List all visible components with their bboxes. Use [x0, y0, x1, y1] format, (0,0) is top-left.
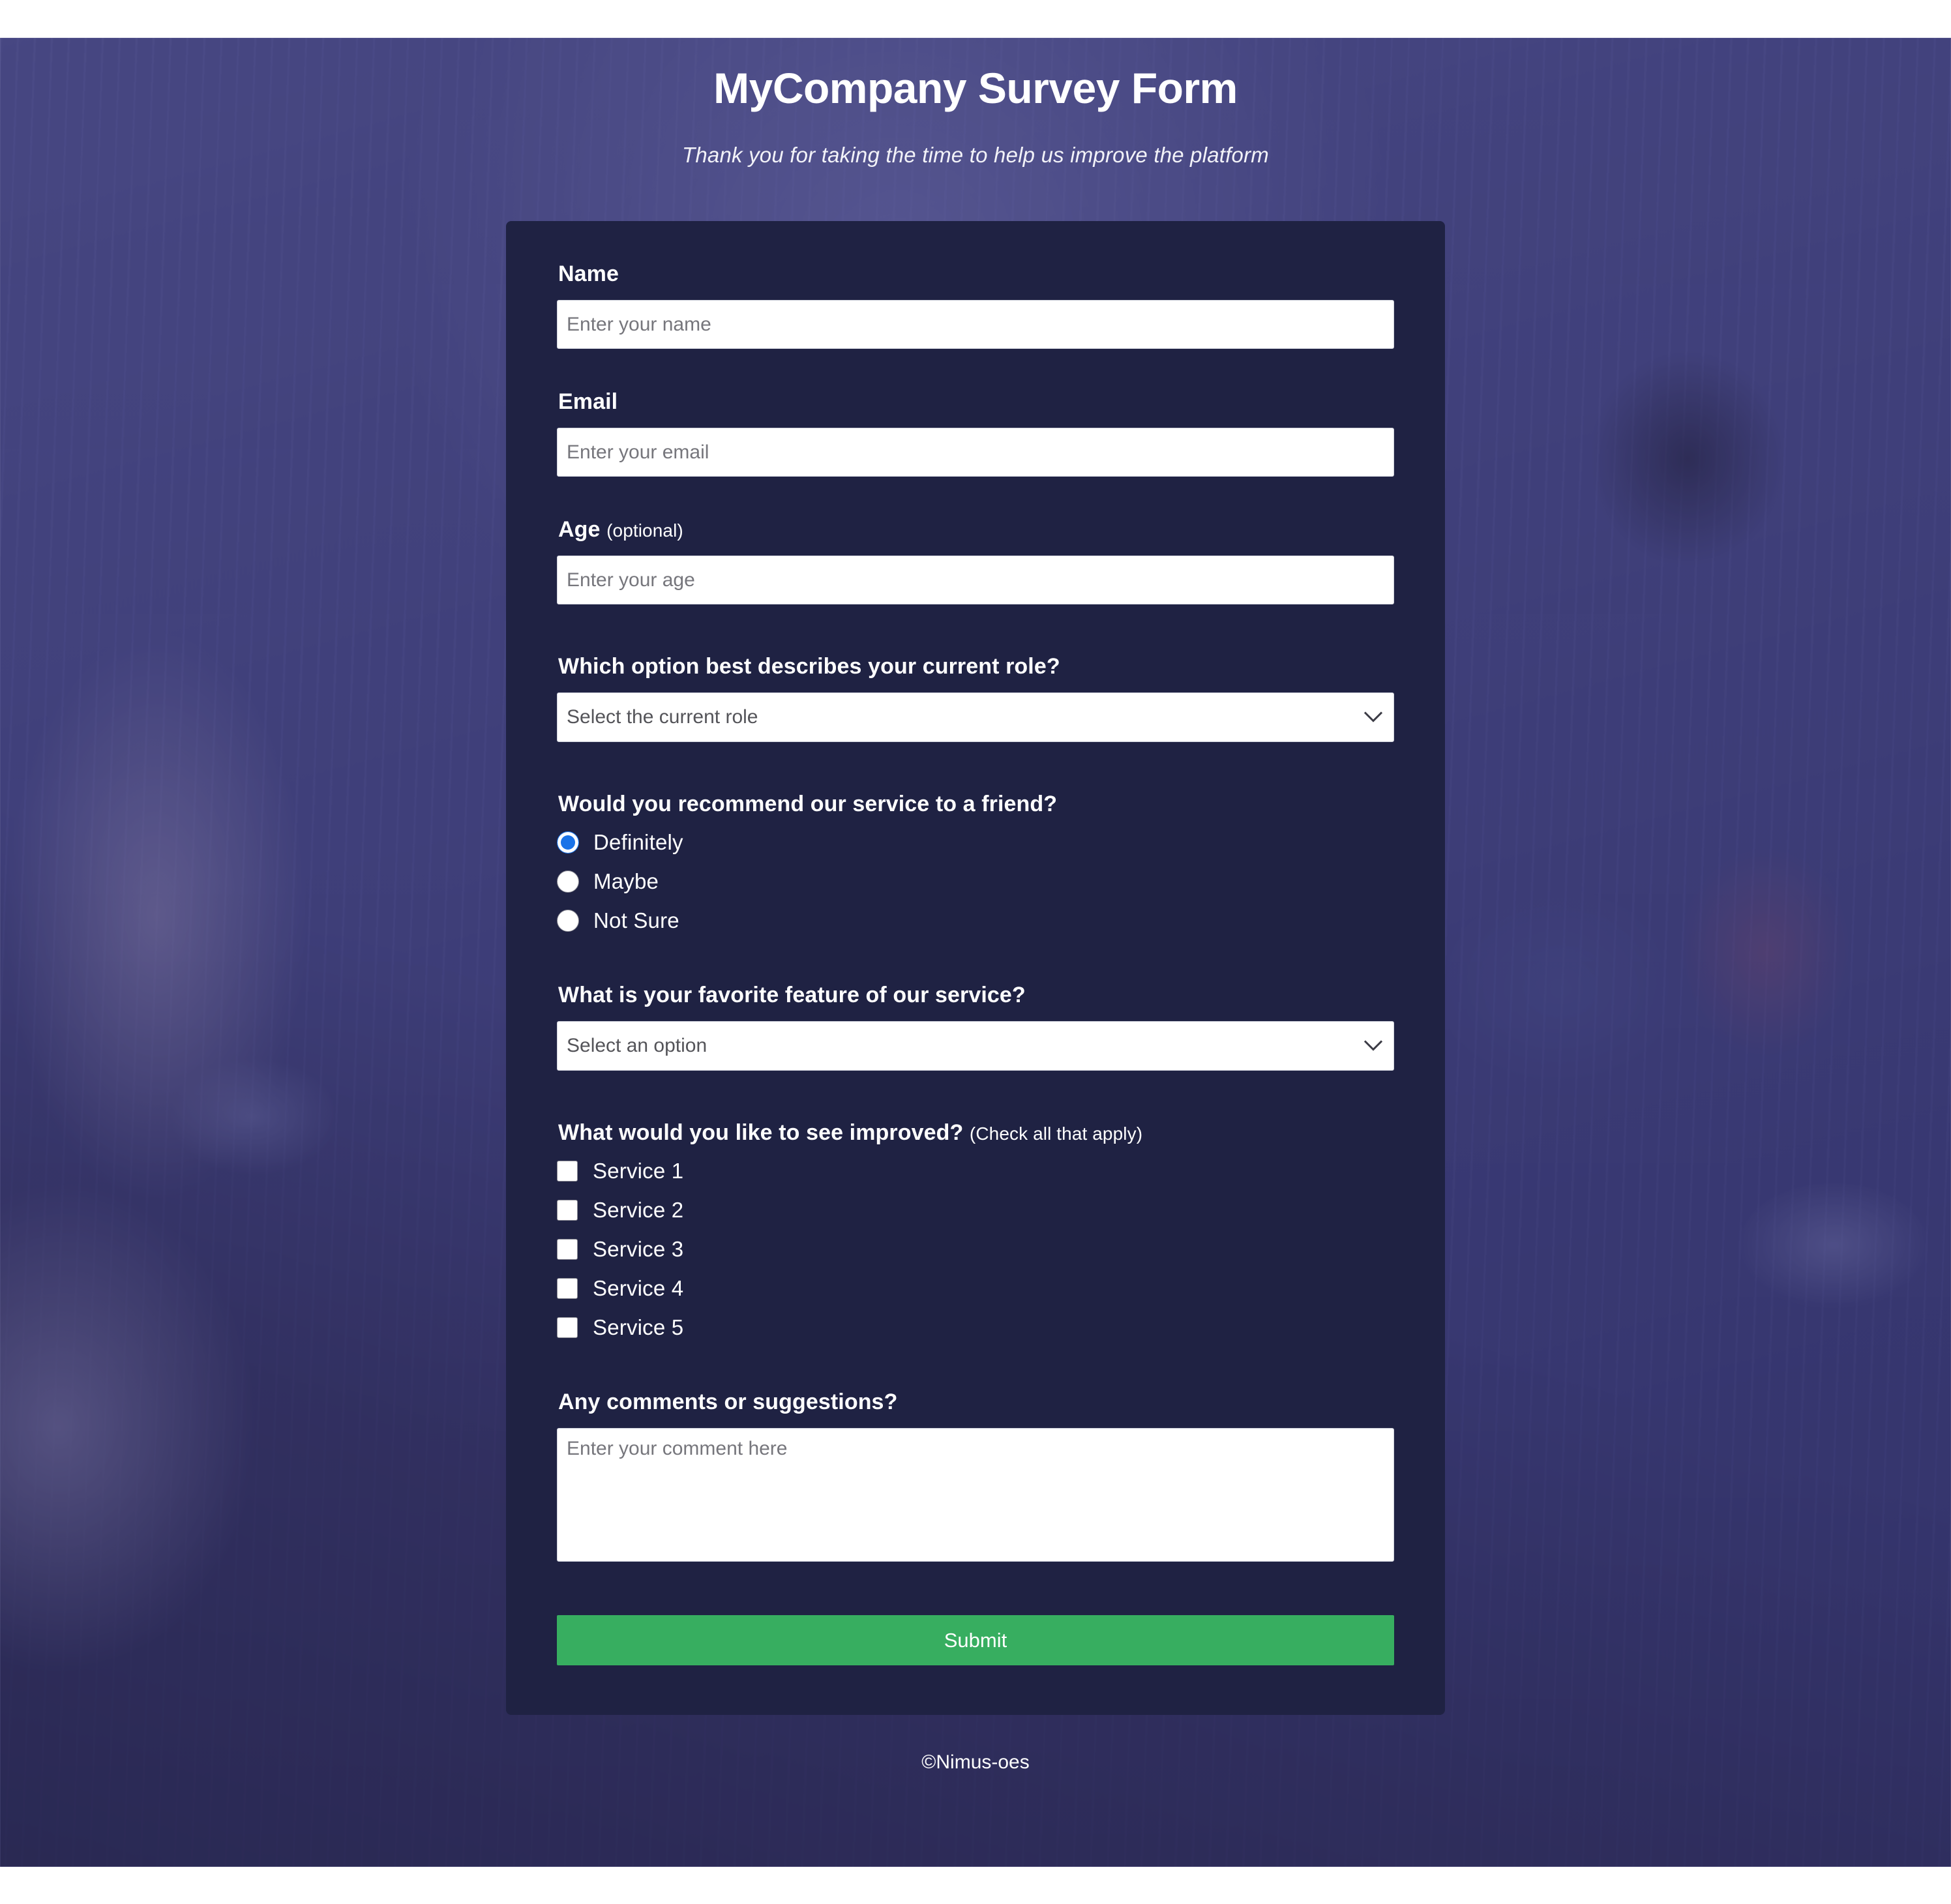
field-comments: Any comments or suggestions?	[557, 1390, 1394, 1562]
radio-label-definitely: Definitely	[593, 830, 683, 855]
checkbox-option-service-5[interactable]: Service 5	[557, 1315, 1394, 1340]
role-select[interactable]: Select the current role	[557, 692, 1394, 743]
field-email: Email	[557, 389, 1394, 477]
role-select-wrap: Select the current role	[557, 692, 1394, 743]
radio-option-definitely[interactable]: Definitely	[557, 830, 1394, 855]
name-input[interactable]	[557, 300, 1394, 350]
radio-icon-maybe[interactable]	[557, 870, 579, 893]
favorite-feature-select[interactable]: Select an option	[557, 1021, 1394, 1071]
age-label-text: Age	[558, 517, 601, 543]
age-label: Age (optional)	[558, 517, 1394, 543]
field-favorite-feature: What is your favorite feature of our ser…	[557, 983, 1394, 1071]
radio-label-not-sure: Not Sure	[593, 908, 679, 933]
radio-option-not-sure[interactable]: Not Sure	[557, 908, 1394, 933]
checkbox-label-service-5: Service 5	[593, 1315, 684, 1340]
checkbox-option-service-1[interactable]: Service 1	[557, 1159, 1394, 1183]
name-label: Name	[558, 261, 619, 287]
checkbox-icon-service-3[interactable]	[557, 1239, 578, 1260]
page-content: MyCompany Survey Form Thank you for taki…	[0, 38, 1951, 1867]
checkbox-icon-service-4[interactable]	[557, 1278, 578, 1300]
email-input[interactable]	[557, 428, 1394, 477]
checkbox-icon-service-1[interactable]	[557, 1161, 578, 1182]
footer: ©Nimus-oes	[0, 1715, 1951, 1774]
radio-icon-not-sure[interactable]	[557, 910, 579, 932]
role-label: Which option best describes your current…	[558, 654, 1060, 679]
radio-label-maybe: Maybe	[593, 869, 659, 894]
checkbox-label-service-4: Service 4	[593, 1276, 684, 1301]
email-label: Email	[558, 389, 618, 415]
checkbox-icon-service-2[interactable]	[557, 1200, 578, 1221]
radio-icon-definitely[interactable]	[557, 831, 579, 854]
comments-textarea[interactable]	[557, 1428, 1394, 1562]
page-title: MyCompany Survey Form	[713, 64, 1238, 112]
field-recommend: Would you recommend our service to a fri…	[557, 792, 1394, 933]
checkbox-option-service-2[interactable]: Service 2	[557, 1198, 1394, 1223]
age-input[interactable]	[557, 556, 1394, 605]
survey-form-card: Name Email Age (optional) Whi	[506, 221, 1445, 1716]
improvements-label-text: What would you like to see improved?	[558, 1120, 964, 1146]
checkbox-icon-service-5[interactable]	[557, 1317, 578, 1339]
page-subtitle: Thank you for taking the time to help us…	[682, 143, 1269, 168]
field-age: Age (optional)	[557, 517, 1394, 605]
radio-option-maybe[interactable]: Maybe	[557, 869, 1394, 894]
improvements-label: What would you like to see improved? (Ch…	[558, 1120, 1394, 1146]
footer-copyright: ©Nimus-oes	[921, 1751, 1030, 1774]
checkbox-label-service-3: Service 3	[593, 1237, 684, 1262]
checkbox-label-service-1: Service 1	[593, 1159, 684, 1183]
field-role: Which option best describes your current…	[557, 654, 1394, 743]
comments-label: Any comments or suggestions?	[558, 1390, 898, 1415]
field-name: Name	[557, 261, 1394, 350]
improvements-label-hint: (Check all that apply)	[969, 1123, 1143, 1144]
hero-section: MyCompany Survey Form Thank you for taki…	[0, 38, 1951, 168]
favorite-feature-select-wrap: Select an option	[557, 1021, 1394, 1071]
checkbox-label-service-2: Service 2	[593, 1198, 684, 1223]
submit-button[interactable]: Submit	[557, 1615, 1394, 1666]
favorite-feature-select-value: Select an option	[567, 1035, 707, 1057]
page-shell: MyCompany Survey Form Thank you for taki…	[0, 0, 1951, 1904]
role-select-value: Select the current role	[567, 706, 758, 728]
age-label-optional: (optional)	[606, 520, 683, 541]
favorite-feature-label: What is your favorite feature of our ser…	[558, 983, 1026, 1008]
recommend-label: Would you recommend our service to a fri…	[558, 792, 1058, 817]
field-improvements: What would you like to see improved? (Ch…	[557, 1120, 1394, 1340]
checkbox-option-service-3[interactable]: Service 3	[557, 1237, 1394, 1262]
checkbox-option-service-4[interactable]: Service 4	[557, 1276, 1394, 1301]
